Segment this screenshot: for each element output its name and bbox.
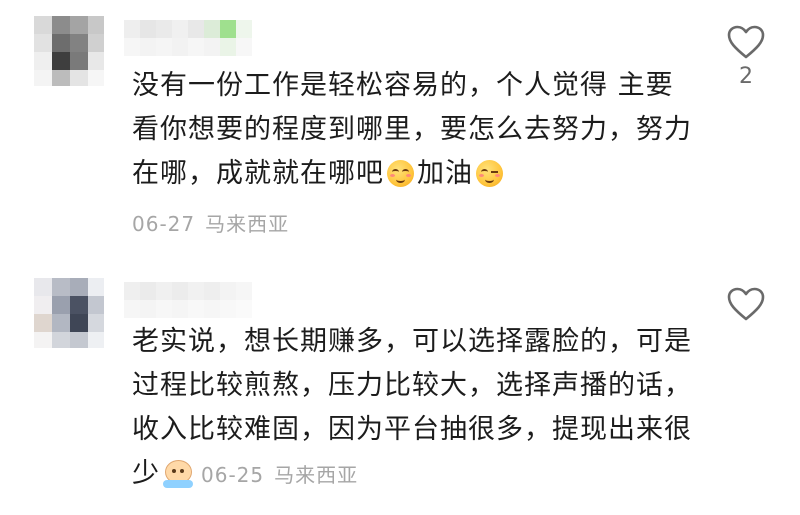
avatar[interactable] [34,16,104,86]
avatar[interactable] [34,278,104,348]
comment-location: 马来西亚 [205,212,290,236]
heart-icon[interactable] [726,24,766,60]
heart-icon[interactable] [726,286,766,322]
like-count: 2 [739,64,753,89]
username[interactable] [124,282,252,318]
comment-meta: 06-27 马来西亚 [132,208,289,237]
username[interactable] [124,20,252,56]
comment-text-part: 加油 [417,158,473,189]
comment-item: 没有一份工作是轻松容易的，个人觉得 主要看你想要的程度到哪里，要怎么去努力，努力… [0,0,800,262]
smiling-face-emoji-icon [387,160,414,187]
like-group [724,286,768,322]
comment-meta: 06-25 马来西亚 [201,463,358,487]
crying-face-emoji-icon [163,460,193,488]
comment-date: 06-25 [201,463,265,487]
like-group: 2 [724,24,768,89]
comment-location: 马来西亚 [274,463,359,487]
comment-date: 06-27 [132,212,196,236]
winking-face-emoji-icon [476,160,503,187]
comment-text: 没有一份工作是轻松容易的，个人觉得 主要看你想要的程度到哪里，要怎么去努力，努力… [132,64,692,196]
comment-text: 老实说，想长期赚多，可以选择露脸的，可是过程比较煎熬，压力比较大，选择声播的话，… [132,320,692,497]
comment-item: 老实说，想长期赚多，可以选择露脸的，可是过程比较煎熬，压力比较大，选择声播的话，… [0,262,800,515]
